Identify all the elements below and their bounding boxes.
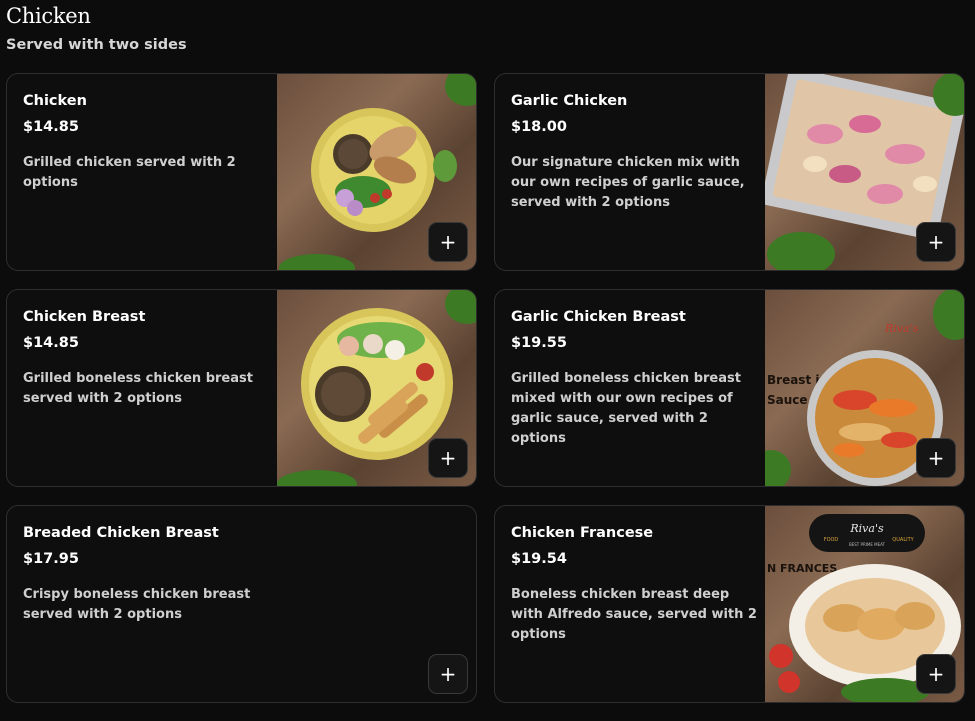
- item-name: Garlic Chicken Breast: [511, 309, 686, 325]
- item-description: Crispy boneless chicken breast served wi…: [23, 587, 251, 622]
- brand-logo-text: Riva's: [849, 522, 884, 535]
- brand-logo-text: BEST PRIME MEAT: [849, 542, 886, 547]
- section-title: Chicken: [6, 4, 91, 28]
- add-to-cart-button[interactable]: +: [916, 438, 956, 478]
- photo-caption: Sauce: [767, 393, 808, 407]
- item-name: Garlic Chicken: [511, 93, 628, 109]
- item-description: Boneless chicken breast deep with Alfred…: [511, 587, 757, 642]
- item-description: Grilled chicken served with 2 options: [23, 155, 236, 190]
- brand-logo-text: QUALITY: [892, 537, 914, 543]
- item-price: $19.54: [511, 551, 567, 567]
- item-price: $19.55: [511, 335, 567, 351]
- brand-logo-text: FOOD: [824, 537, 839, 543]
- menu-item-card[interactable]: Chicken Breast $14.85 Grilled boneless c…: [6, 289, 477, 487]
- item-name: Chicken: [23, 93, 87, 109]
- item-name: Breaded Chicken Breast: [23, 525, 219, 541]
- menu-item-card[interactable]: Garlic Chicken $18.00 Our signature chic…: [494, 73, 965, 271]
- menu-item-card[interactable]: Garlic Chicken Breast $19.55 Grilled bon…: [494, 289, 965, 487]
- item-name: Chicken Breast: [23, 309, 146, 325]
- item-description: Grilled boneless chicken breast mixed wi…: [511, 371, 741, 446]
- menu-item-card[interactable]: Chicken $14.85 Grilled chicken served wi…: [6, 73, 477, 271]
- item-price: $14.85: [23, 119, 79, 135]
- section-subtitle: Served with two sides: [6, 37, 187, 53]
- menu-item-card[interactable]: Breaded Chicken Breast $17.95 Crispy bon…: [6, 505, 477, 703]
- item-name: Chicken Francese: [511, 525, 654, 541]
- photo-caption: N FRANCES: [767, 562, 837, 575]
- item-description: Grilled boneless chicken breast served w…: [23, 371, 253, 406]
- menu-item-card[interactable]: Chicken Francese $19.54 Boneless chicken…: [494, 505, 965, 703]
- item-price: $17.95: [23, 551, 79, 567]
- brand-logo-text: Riva's: [884, 322, 919, 335]
- item-description: Our signature chicken mix with our own r…: [511, 155, 745, 210]
- add-to-cart-button[interactable]: +: [916, 222, 956, 262]
- item-price: $18.00: [511, 119, 567, 135]
- add-to-cart-button[interactable]: +: [428, 654, 468, 694]
- add-to-cart-button[interactable]: +: [428, 222, 468, 262]
- add-to-cart-button[interactable]: +: [428, 438, 468, 478]
- add-to-cart-button[interactable]: +: [916, 654, 956, 694]
- item-price: $14.85: [23, 335, 79, 351]
